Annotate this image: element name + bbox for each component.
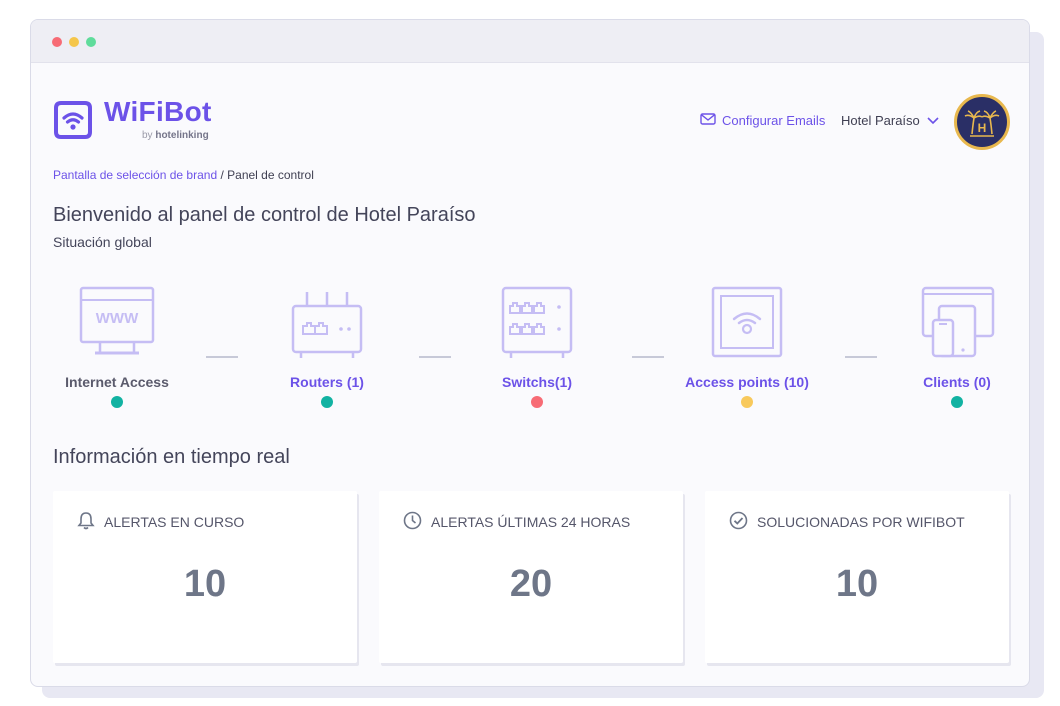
configure-emails-link[interactable]: Configurar Emails — [700, 113, 825, 128]
status-dot — [531, 396, 543, 408]
svg-text:WWW: WWW — [96, 310, 139, 327]
chevron-down-icon — [926, 113, 940, 128]
stat-card-value: 20 — [509, 563, 553, 605]
configure-emails-label: Configurar Emails — [722, 113, 826, 128]
devices-icon — [877, 286, 1029, 360]
avatar-letter: H — [978, 121, 987, 135]
page-subtitle: Situación global — [53, 234, 152, 250]
stat-card-label: ALERTAS ÚLTIMAS 24 HORAS — [431, 514, 631, 530]
hotel-avatar[interactable]: H — [954, 94, 1010, 150]
stat-card-active-alerts: ALERTAS EN CURSO 10 — [53, 491, 357, 663]
status-dot — [111, 396, 123, 408]
wifibot-logo-icon — [53, 100, 93, 145]
brand-by-company: hotelinking — [155, 130, 209, 141]
topology-internet-access: WWW Internet Access — [37, 286, 197, 408]
brand-name: WiFiBot — [104, 96, 212, 127]
topology-label[interactable]: Access points (10) — [667, 374, 827, 390]
breadcrumb-current: Panel de control — [227, 168, 314, 182]
palm-trees-icon: H — [964, 110, 1000, 137]
breadcrumb-separator: / — [220, 168, 224, 182]
topology-access-points[interactable]: Access points (10) — [667, 286, 827, 408]
topology-connector — [419, 356, 451, 358]
stat-card-solved: SOLUCIONADAS POR WIFIBOT 10 — [705, 491, 1009, 663]
topology-label[interactable]: Switchs(1) — [457, 374, 617, 390]
brand-by: by — [142, 130, 153, 141]
status-dot — [321, 396, 333, 408]
status-dot — [741, 396, 753, 408]
stat-card-header: ALERTAS EN CURSO — [77, 511, 244, 533]
stat-card-value: 10 — [835, 563, 879, 605]
topology-clients[interactable]: Clients (0) — [877, 286, 1029, 408]
stat-card-label: ALERTAS EN CURSO — [104, 514, 245, 530]
hotel-name: Hotel Paraíso — [841, 113, 920, 128]
hotel-selector[interactable]: Hotel Paraíso — [841, 113, 940, 128]
stat-card-alerts-24h: ALERTAS ÚLTIMAS 24 HORAS 20 — [379, 491, 683, 663]
maximize-window-dot[interactable] — [86, 37, 96, 47]
topology-connector — [632, 356, 664, 358]
minimize-window-dot[interactable] — [69, 37, 79, 47]
router-icon — [247, 286, 407, 360]
status-dot — [951, 396, 963, 408]
topology-connector — [206, 356, 238, 358]
envelope-icon — [700, 113, 716, 128]
topology-label[interactable]: Clients (0) — [877, 374, 1029, 390]
stat-card-label: SOLUCIONADAS POR WIFIBOT — [757, 514, 965, 530]
realtime-section-title: Información en tiempo real — [53, 446, 290, 468]
bell-icon — [77, 511, 95, 533]
topology-label[interactable]: Routers (1) — [247, 374, 407, 390]
clock-icon — [403, 511, 422, 533]
check-circle-icon — [729, 511, 748, 533]
breadcrumb-brand-selection[interactable]: Pantalla de selección de brand — [53, 168, 217, 182]
stat-card-header: ALERTAS ÚLTIMAS 24 HORAS — [403, 511, 630, 533]
window-titlebar — [31, 20, 1029, 63]
page-title: Bienvenido al panel de control de Hotel … — [53, 204, 476, 226]
breadcrumb: Pantalla de selección de brand / Panel d… — [53, 168, 314, 182]
app-window: WiFiBot by hotelinking Configurar Emails… — [30, 19, 1030, 687]
brand-byline: by hotelinking — [142, 130, 209, 141]
stat-card-value: 10 — [183, 563, 227, 605]
browser-www-icon: WWW — [37, 286, 197, 360]
topology-connector — [845, 356, 877, 358]
topology-switches[interactable]: Switchs(1) — [457, 286, 617, 408]
topology-routers[interactable]: Routers (1) — [247, 286, 407, 408]
stat-card-header: SOLUCIONADAS POR WIFIBOT — [729, 511, 965, 533]
topology-label: Internet Access — [65, 374, 169, 390]
close-window-dot[interactable] — [52, 37, 62, 47]
switch-icon — [457, 286, 617, 360]
access-point-icon — [667, 286, 827, 360]
